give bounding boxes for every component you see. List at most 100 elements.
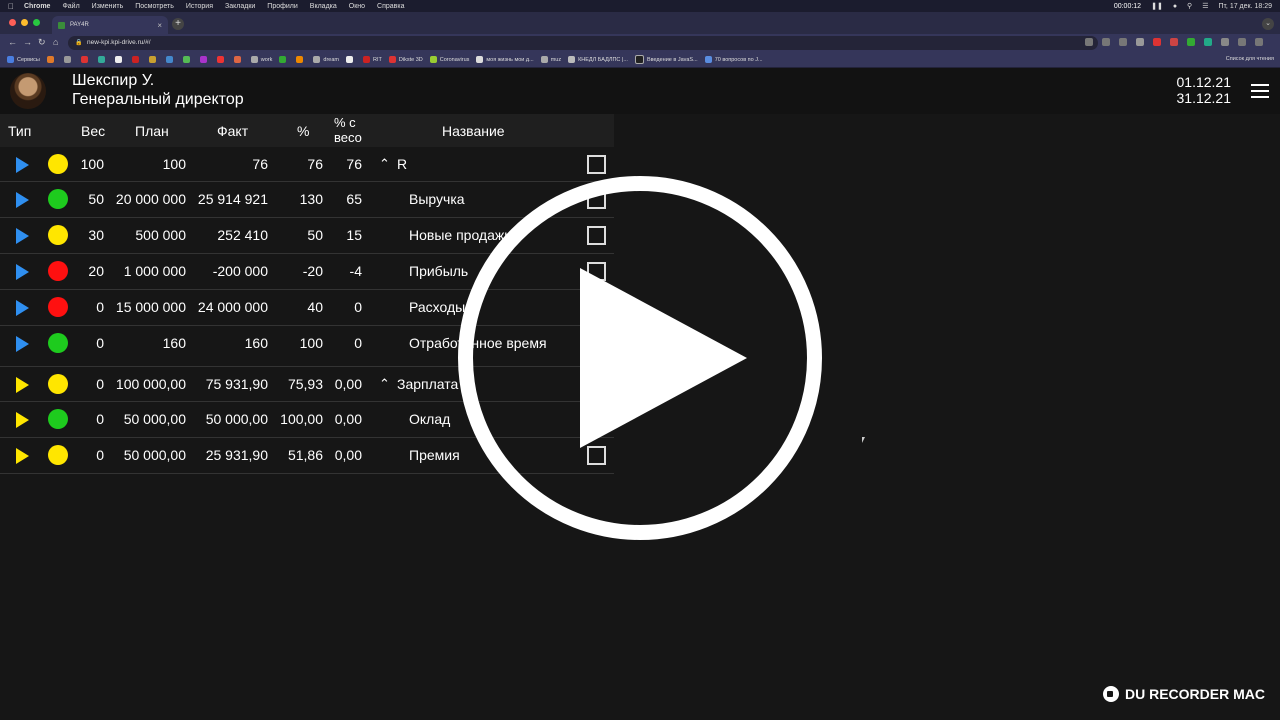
minimize-window-icon[interactable] xyxy=(21,19,28,26)
search-icon[interactable]: ⚲ xyxy=(1187,2,1192,10)
menu-window[interactable]: Окно xyxy=(349,3,365,10)
bookmark-icon-10[interactable] xyxy=(199,56,210,63)
row-type-triangle-icon[interactable] xyxy=(16,300,29,316)
row-name[interactable]: R xyxy=(397,156,407,172)
new-tab-button[interactable]: + xyxy=(172,18,184,30)
install-icon[interactable] xyxy=(1085,38,1093,46)
lock-icon[interactable]: 🔒 xyxy=(75,39,82,46)
reload-icon[interactable]: ↻ xyxy=(38,37,46,48)
menubar-datetime[interactable]: Пт, 17 дек. 18:29 xyxy=(1218,3,1272,10)
bookmark-icon-7[interactable] xyxy=(148,56,159,63)
menu-view[interactable]: Посмотреть xyxy=(135,3,174,10)
bookmark-icon-6[interactable] xyxy=(131,56,142,63)
column-header-name[interactable]: Название xyxy=(442,123,505,139)
forward-icon[interactable]: → xyxy=(23,37,32,47)
bookmark-icon-3[interactable] xyxy=(80,56,91,63)
bookmark-muz[interactable]: muz xyxy=(540,56,561,63)
close-window-icon[interactable] xyxy=(9,19,16,26)
row-name[interactable]: Новые продажи xyxy=(409,227,512,243)
menu-edit[interactable]: Изменить xyxy=(92,3,124,10)
menu-app-name[interactable]: Chrome xyxy=(24,3,50,10)
row-checkbox[interactable] xyxy=(587,155,606,174)
home-icon[interactable]: ⌂ xyxy=(53,37,58,47)
extensions-puzzle-icon[interactable] xyxy=(1221,38,1229,46)
tab-search-button[interactable]: ⌄ xyxy=(1262,18,1274,30)
column-header-percent-weighted[interactable]: % с xyxy=(334,115,356,130)
column-header-type[interactable]: Тип xyxy=(8,123,31,139)
row-type-triangle-icon[interactable] xyxy=(16,192,29,208)
bookmark-icon-15[interactable] xyxy=(346,56,356,63)
share-icon[interactable] xyxy=(1119,38,1127,46)
row-type-triangle-icon[interactable] xyxy=(16,448,29,464)
avatar[interactable] xyxy=(10,73,46,109)
row-name[interactable]: Зарплата xyxy=(397,376,458,392)
bookmark-icon-1[interactable] xyxy=(46,56,57,63)
bookmark-icon-11[interactable] xyxy=(216,56,227,63)
row-type-triangle-icon[interactable] xyxy=(16,377,29,393)
row-name[interactable]: Оклад xyxy=(409,411,450,427)
extension-teal-icon[interactable] xyxy=(1204,38,1212,46)
pause-icon[interactable]: ❚❚ xyxy=(1151,2,1163,10)
row-name[interactable]: Прибыль xyxy=(409,263,468,279)
url-text[interactable]: new-kpi.kpi-drive.ru/#/ xyxy=(87,39,151,46)
table-row[interactable]: 100 100 76 76 76 ⌃ R xyxy=(0,147,614,182)
extension-green-icon[interactable] xyxy=(1187,38,1195,46)
period-start-date[interactable]: 01.12.21 xyxy=(1177,74,1232,90)
row-type-triangle-icon[interactable] xyxy=(16,264,29,280)
bookmark-my-life[interactable]: моя жизнь мои д... xyxy=(476,56,534,63)
row-type-triangle-icon[interactable] xyxy=(16,157,29,173)
bookmark-icon-13[interactable] xyxy=(279,56,289,63)
wifi-icon[interactable]: ● xyxy=(1173,3,1177,10)
reading-list[interactable]: Список для чтения xyxy=(1226,56,1274,62)
row-name[interactable]: Выручка xyxy=(409,191,465,207)
control-center-icon[interactable]: ☰ xyxy=(1202,2,1208,10)
column-header-weight[interactable]: Вес xyxy=(81,123,105,139)
row-type-triangle-icon[interactable] xyxy=(16,336,29,352)
row-type-triangle-icon[interactable] xyxy=(16,412,29,428)
bookmark-icon-2[interactable] xyxy=(63,56,74,63)
recording-timer[interactable]: 00:00:12 xyxy=(1114,3,1141,10)
column-header-fact[interactable]: Факт xyxy=(217,123,248,139)
play-icon[interactable] xyxy=(580,268,747,448)
address-bar[interactable]: 🔒 new-kpi.kpi-drive.ru/#/ xyxy=(68,36,1098,50)
apple-icon[interactable]:  xyxy=(8,2,14,11)
table-row[interactable]: 50 20 000 000 25 914 921 130 65 Выручка xyxy=(0,182,614,218)
menu-file[interactable]: Файл xyxy=(62,3,79,10)
row-name[interactable]: Премия xyxy=(409,447,460,463)
adblock-icon[interactable] xyxy=(1170,38,1178,46)
period-end-date[interactable]: 31.12.21 xyxy=(1177,90,1232,106)
bookmark-icon-12[interactable] xyxy=(233,56,244,63)
bookmark-icon-4[interactable] xyxy=(97,56,108,63)
menu-help[interactable]: Справка xyxy=(377,3,404,10)
column-header-percent[interactable]: % xyxy=(297,123,309,139)
column-header-plan[interactable]: План xyxy=(135,123,169,139)
bookmark-icon-5[interactable] xyxy=(114,56,125,63)
menu-bookmarks[interactable]: Закладки xyxy=(225,3,255,10)
menu-profiles[interactable]: Профили xyxy=(267,3,297,10)
menu-history[interactable]: История xyxy=(186,3,213,10)
maximize-window-icon[interactable] xyxy=(33,19,40,26)
row-name[interactable]: Расходы xyxy=(409,299,465,315)
bookmark-kned[interactable]: КНЕДЛ БАДЛПС |... xyxy=(568,56,628,63)
bookmark-dikste[interactable]: Dikste 3D xyxy=(388,56,423,63)
bookmark-icon-9[interactable] xyxy=(182,56,193,63)
profile-icon[interactable] xyxy=(1238,38,1246,46)
bookmark-icon-8[interactable] xyxy=(165,56,176,63)
menu-tab[interactable]: Вкладка xyxy=(310,3,337,10)
bookmark-javascript[interactable]: Введение в JavaS... xyxy=(634,55,698,64)
collapse-chevron-icon[interactable]: ⌃ xyxy=(379,376,390,392)
bookmark-dream[interactable]: dream xyxy=(313,56,339,63)
bookmark-star-icon[interactable] xyxy=(1136,38,1144,46)
bookmark-icon-14[interactable] xyxy=(296,56,306,63)
bookmark-services[interactable]: Сервисы xyxy=(7,56,40,63)
back-icon[interactable]: ← xyxy=(8,37,17,47)
row-type-triangle-icon[interactable] xyxy=(16,228,29,244)
bookmark-work[interactable]: work xyxy=(250,56,272,63)
collapse-chevron-icon[interactable]: ⌃ xyxy=(379,156,390,172)
browser-menu-icon[interactable] xyxy=(1255,38,1263,46)
extension-red-icon[interactable] xyxy=(1153,38,1161,46)
bookmark-rit[interactable]: RIT xyxy=(363,56,382,63)
bookmark-70-questions[interactable]: 70 вопросов по J... xyxy=(704,56,763,63)
close-tab-icon[interactable]: × xyxy=(157,21,162,30)
browser-tab[interactable]: PAY4R × xyxy=(52,16,168,34)
